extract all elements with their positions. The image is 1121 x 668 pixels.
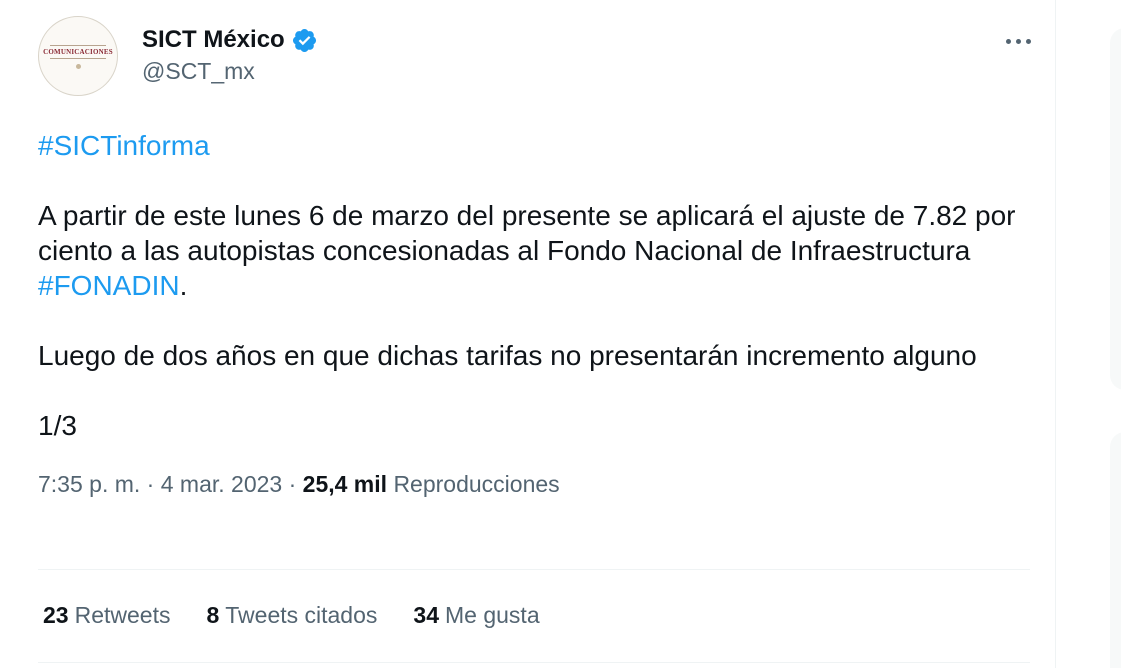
engagement-stats: 23 Retweets 8 Tweets citados 34 Me gusta (43, 602, 576, 629)
avatar-logo-text: COMUNICACIONES (43, 48, 113, 56)
paragraph-1-text: A partir de este lunes 6 de marzo del pr… (38, 200, 1016, 266)
quotes-label: Tweets citados (225, 602, 378, 628)
tweet-date[interactable]: 4 mar. 2023 (161, 471, 282, 497)
quotes-count: 8 (206, 602, 220, 628)
divider-top (38, 569, 1030, 570)
more-dot (1005, 38, 1011, 44)
display-name-row: SICT México (142, 24, 318, 56)
tweet-body: #SICTinforma A partir de este lunes 6 de… (38, 128, 1028, 443)
paragraph-3: 1/3 (38, 410, 77, 441)
likes-stat[interactable]: 34 Me gusta (413, 602, 539, 629)
tweet-meta: 7:35 p. m. · 4 mar. 2023 · 25,4 mil Repr… (38, 471, 1030, 503)
avatar-seal (75, 64, 81, 69)
tweet-time[interactable]: 7:35 p. m. (38, 471, 140, 497)
hashtag-sictinforma[interactable]: #SICTinforma (38, 130, 210, 161)
handle[interactable]: @SCT_mx (142, 58, 318, 85)
author-names: SICT México @SCT_mx (142, 24, 318, 85)
likes-count: 34 (413, 602, 439, 628)
verified-badge-icon (292, 28, 316, 52)
retweets-label: Retweets (74, 602, 171, 628)
divider-bottom (38, 662, 1030, 663)
views-label: Reproducciones (393, 471, 560, 497)
paragraph-1-suffix: . (179, 270, 188, 301)
retweets-stat[interactable]: 23 Retweets (43, 602, 170, 629)
likes-label: Me gusta (445, 602, 540, 628)
meta-separator: · (140, 471, 161, 497)
meta-separator: · (282, 471, 303, 497)
more-dot (1025, 38, 1031, 44)
retweets-count: 23 (43, 602, 69, 628)
timeline-border (1055, 0, 1056, 668)
tweet-page: COMUNICACIONES SICT México @SCT_mx #SICT… (0, 0, 1121, 668)
tweet: COMUNICACIONES SICT México @SCT_mx #SICT… (38, 16, 1031, 503)
hashtag-fonadin[interactable]: #FONADIN (38, 270, 180, 301)
paragraph-1: A partir de este lunes 6 de marzo del pr… (38, 198, 1028, 303)
hashtag-line: #SICTinforma (38, 128, 1028, 163)
paragraph-2: Luego de dos años en que dichas tarifas … (38, 340, 977, 371)
display-name[interactable]: SICT México (142, 26, 285, 54)
more-dot (1015, 38, 1021, 44)
avatar[interactable]: COMUNICACIONES (38, 16, 118, 96)
more-options-icon[interactable] (1000, 28, 1036, 54)
avatar-rule-top (50, 45, 106, 46)
tweet-header: COMUNICACIONES SICT México @SCT_mx (38, 16, 1030, 106)
avatar-rule-bottom (50, 58, 106, 59)
sidebar-card-top (1110, 28, 1121, 390)
sidebar-card-bottom (1110, 432, 1121, 668)
views-count: 25,4 mil (302, 471, 388, 497)
quotes-stat[interactable]: 8 Tweets citados (206, 602, 377, 629)
